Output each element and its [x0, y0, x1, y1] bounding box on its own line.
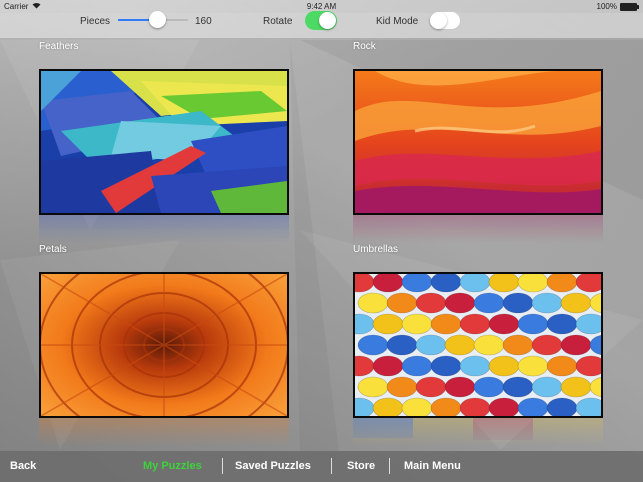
reflection-petals — [39, 418, 289, 446]
puzzle-title-rock: Rock — [353, 41, 376, 52]
main-menu-tab[interactable]: Main Menu — [404, 460, 461, 472]
battery-percentage: 100% — [596, 2, 617, 11]
petals-image — [41, 274, 287, 416]
battery-icon — [620, 3, 639, 11]
my-puzzles-tab[interactable]: My Puzzles — [143, 460, 202, 472]
umbrellas-image — [355, 274, 601, 416]
feathers-image — [41, 71, 287, 213]
saved-puzzles-tab[interactable]: Saved Puzzles — [235, 460, 311, 472]
nav-divider — [331, 458, 332, 474]
nav-divider — [389, 458, 390, 474]
bottom-nav: Back My Puzzles Saved Puzzles Store Main… — [0, 451, 643, 482]
nav-divider — [222, 458, 223, 474]
puzzle-tile-feathers[interactable] — [39, 69, 289, 215]
puzzle-tile-umbrellas[interactable] — [353, 272, 603, 418]
reflection-umbrellas — [353, 418, 603, 446]
puzzle-tile-petals[interactable] — [39, 272, 289, 418]
puzzle-tile-rock[interactable] — [353, 69, 603, 215]
puzzle-title-umbrellas: Umbrellas — [353, 244, 399, 255]
clock: 9:42 AM — [306, 2, 337, 11]
rotate-toggle[interactable] — [305, 11, 337, 30]
reflection-rock — [353, 215, 603, 243]
puzzle-title-feathers: Feathers — [39, 41, 79, 52]
puzzle-title-petals: Petals — [39, 244, 67, 255]
pieces-value: 160 — [195, 16, 212, 27]
rotate-label: Rotate — [263, 16, 293, 27]
reflection-feathers — [39, 215, 289, 243]
rock-image — [355, 71, 601, 213]
kid-mode-label: Kid Mode — [376, 16, 419, 27]
back-button[interactable]: Back — [10, 460, 36, 472]
store-tab[interactable]: Store — [347, 460, 375, 472]
slider-thumb[interactable] — [148, 11, 166, 28]
kid-mode-toggle[interactable] — [429, 11, 461, 30]
pieces-label: Pieces — [80, 16, 111, 27]
